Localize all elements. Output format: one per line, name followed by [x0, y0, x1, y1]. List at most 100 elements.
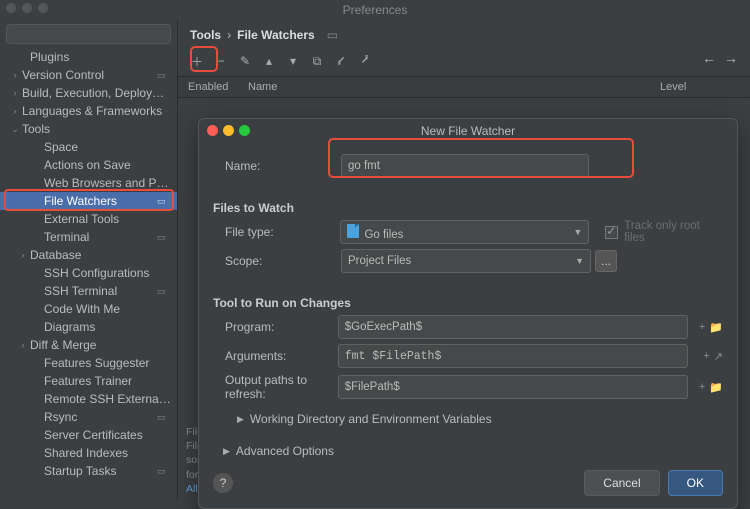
- watcher-table-header: Enabled Name Level: [178, 77, 750, 98]
- browse-icon[interactable]: 📁: [709, 321, 723, 334]
- sidebar-item-startup[interactable]: Startup Tasks▭: [0, 462, 177, 480]
- minimize-icon[interactable]: [223, 125, 234, 136]
- export-button[interactable]: ⭷: [354, 50, 376, 72]
- program-input[interactable]: [338, 315, 688, 339]
- chevron-right-icon: ▶: [223, 446, 230, 457]
- sidebar-item-label: Version Control: [22, 68, 157, 82]
- sidebar-item-label: Space: [44, 140, 171, 154]
- scope-badge-icon: ▭: [157, 232, 171, 242]
- sidebar-item-feat-sug[interactable]: Features Suggester: [0, 354, 177, 372]
- sidebar-item-label: Remote SSH External Tools: [44, 392, 171, 406]
- forward-button[interactable]: →: [724, 50, 738, 66]
- up-button[interactable]: ▴: [258, 50, 280, 72]
- insert-macro-icon[interactable]: +: [699, 381, 705, 394]
- sidebar-item-web-browsers[interactable]: Web Browsers and Preview: [0, 174, 177, 192]
- sidebar-item-code-with-me[interactable]: Code With Me: [0, 300, 177, 318]
- search-box[interactable]: [6, 24, 171, 44]
- filetype-select[interactable]: Go files ▼: [340, 220, 589, 244]
- sidebar-item-label: Rsync: [44, 410, 157, 424]
- arguments-input[interactable]: [338, 344, 688, 368]
- sidebar-item-label: Server Certificates: [44, 428, 171, 442]
- sidebar-item-label: Tools: [22, 122, 171, 136]
- settings-tree: Plugins›Version Control▭›Build, Executio…: [0, 48, 177, 500]
- scope-more-button[interactable]: ...: [595, 250, 617, 272]
- import-button[interactable]: ⭹: [330, 50, 352, 72]
- files-heading: Files to Watch: [213, 201, 723, 215]
- args-label: Arguments:: [213, 349, 338, 363]
- sidebar-item-label: Languages & Frameworks: [22, 104, 171, 118]
- sidebar-item-label: Web Browsers and Preview: [44, 176, 171, 190]
- name-input[interactable]: [341, 154, 589, 178]
- down-button[interactable]: ▾: [282, 50, 304, 72]
- sidebar-item-rsync[interactable]: Rsync▭: [0, 408, 177, 426]
- go-file-icon: [347, 224, 359, 238]
- sidebar-item-label: SSH Configurations: [44, 266, 171, 280]
- scope-icon: ▭: [327, 28, 338, 42]
- sidebar-item-actions-save[interactable]: Actions on Save: [0, 156, 177, 174]
- working-dir-disclosure[interactable]: ▶ Working Directory and Environment Vari…: [213, 406, 723, 432]
- program-label: Program:: [213, 320, 338, 334]
- col-level: Level: [660, 81, 740, 93]
- expand-icon: ›: [8, 70, 22, 80]
- close-icon[interactable]: [207, 125, 218, 136]
- breadcrumb: Tools › File Watchers ▭: [178, 20, 750, 50]
- sidebar-item-vcs[interactable]: ›Version Control▭: [0, 66, 177, 84]
- checkbox-icon: [605, 226, 618, 239]
- sidebar-item-label: Diff & Merge: [30, 338, 171, 352]
- sidebar-item-diff[interactable]: ›Diff & Merge: [0, 336, 177, 354]
- sidebar-item-file-watchers[interactable]: File Watchers▭: [0, 192, 177, 210]
- sidebar-item-diagrams[interactable]: Diagrams: [0, 318, 177, 336]
- chevron-down-icon: ▼: [575, 256, 584, 266]
- remove-button[interactable]: −: [210, 50, 232, 72]
- insert-macro-icon[interactable]: +: [703, 350, 709, 363]
- ok-button[interactable]: OK: [668, 470, 723, 496]
- sidebar-item-label: Features Trainer: [44, 374, 171, 388]
- sidebar-item-label: SSH Terminal: [44, 284, 157, 298]
- tool-heading: Tool to Run on Changes: [213, 296, 723, 310]
- sidebar-item-shared-idx[interactable]: Shared Indexes: [0, 444, 177, 462]
- output-paths-input[interactable]: [338, 375, 688, 399]
- expand-icon: ⌄: [8, 124, 22, 135]
- search-input[interactable]: [6, 24, 171, 44]
- sidebar-item-label: Build, Execution, Deployment: [22, 86, 171, 100]
- window-title: Preferences: [343, 3, 408, 17]
- expand-icon: ›: [16, 250, 30, 260]
- edit-button[interactable]: ✎: [234, 50, 256, 72]
- back-button[interactable]: ←: [702, 50, 716, 66]
- sidebar-item-rssh[interactable]: Remote SSH External Tools: [0, 390, 177, 408]
- help-button[interactable]: ?: [213, 473, 233, 493]
- sidebar-item-ext-tools[interactable]: External Tools: [0, 210, 177, 228]
- window-traffic-lights[interactable]: [6, 3, 48, 13]
- sidebar-item-plugins: Plugins: [0, 48, 177, 66]
- sidebar-item-ssh-term[interactable]: SSH Terminal▭: [0, 282, 177, 300]
- name-label: Name:: [213, 159, 341, 173]
- sidebar-item-feat-train[interactable]: Features Trainer: [0, 372, 177, 390]
- copy-button[interactable]: ⧉: [306, 50, 328, 72]
- sidebar-item-tools[interactable]: ⌄Tools: [0, 120, 177, 138]
- browse-icon[interactable]: 📁: [709, 381, 723, 394]
- zoom-icon[interactable]: [239, 125, 250, 136]
- advanced-disclosure[interactable]: ▶ Advanced Options: [199, 438, 737, 464]
- watcher-toolbar: ＋ − ✎ ▴ ▾ ⧉ ⭹ ⭷: [178, 50, 750, 77]
- sidebar-item-lang[interactable]: ›Languages & Frameworks: [0, 102, 177, 120]
- add-button[interactable]: ＋: [186, 50, 208, 72]
- scope-select[interactable]: Project Files ▼: [341, 249, 591, 273]
- dialog-title: New File Watcher: [421, 124, 515, 138]
- expand-icon: ›: [16, 340, 30, 350]
- sidebar-item-database[interactable]: ›Database: [0, 246, 177, 264]
- sidebar-item-space[interactable]: Space: [0, 138, 177, 156]
- dialog-traffic-lights[interactable]: [207, 125, 250, 136]
- expand-icon[interactable]: ↗: [714, 350, 723, 363]
- sidebar-item-build[interactable]: ›Build, Execution, Deployment: [0, 84, 177, 102]
- cancel-button[interactable]: Cancel: [584, 470, 659, 496]
- scope-badge-icon: ▭: [157, 70, 171, 80]
- track-root-checkbox[interactable]: Track only root files: [605, 220, 723, 244]
- sidebar-item-terminal[interactable]: Terminal▭: [0, 228, 177, 246]
- sidebar-item-label: Features Suggester: [44, 356, 171, 370]
- insert-macro-icon[interactable]: +: [699, 321, 705, 334]
- scope-label: Scope:: [213, 254, 341, 268]
- breadcrumb-root[interactable]: Tools: [190, 28, 221, 42]
- sidebar-item-ssh-conf[interactable]: SSH Configurations: [0, 264, 177, 282]
- sidebar-item-certs[interactable]: Server Certificates: [0, 426, 177, 444]
- scope-badge-icon: ▭: [157, 412, 171, 422]
